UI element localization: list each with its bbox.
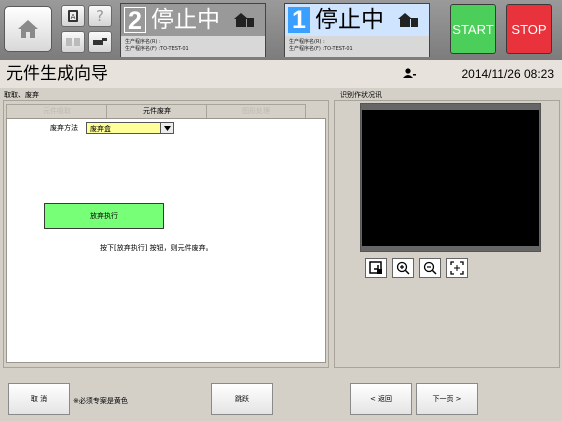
channel-1-panel[interactable]: 1 停止中 生产程序名(R) : 生产程序名(F) :TO-TEST-01 [284,3,430,57]
channel-2-panel[interactable]: 2 停止中 生产程序名(R) : 生产程序名(F) :TO-TEST-01 [120,3,266,57]
production-program-f: 生产程序名(F) :TO-TEST-01 [289,46,353,52]
skip-button[interactable]: 跳跃 [211,383,273,415]
language-icon [66,38,80,46]
discard-hint-text: 按下[放弃执行] 按钮，则元件废弃。 [100,244,213,252]
home-button[interactable] [4,6,52,52]
home-icon [18,20,38,38]
discard-method-value: 废弃盒 [90,125,111,133]
top-bar: A ? 2 停止中 生产程序名(R) : 生产程序名(F) :TO-TEST-0… [0,0,562,60]
camera-view-frame [360,103,541,252]
page-title: 元件生成向导 [6,64,108,84]
datetime: 2014/11/26 08:23 [461,67,554,81]
production-program-r: 生产程序名(R) : [125,39,161,45]
cancel-button[interactable]: 取 消 [8,383,70,415]
machine-icon [398,13,418,27]
discard-method-select[interactable]: 废弃盒 [86,122,174,134]
discard-method-label: 废弃方法 [50,124,78,132]
tab-component-discard[interactable]: 元件废弃 [106,104,208,118]
channel-number: 1 [288,7,310,33]
fit-view-icon [450,261,464,275]
camera-image [362,110,539,246]
left-group-label: 取取、废弃 [4,91,39,99]
channel-number: 2 [124,7,146,34]
channel-status: 停止中 [315,7,384,33]
tab-image-processing[interactable]: 图形处理 [206,104,306,118]
zoom-in-button[interactable] [392,258,414,278]
right-group-label: 识别作状况讯 [340,91,382,99]
help-button[interactable]: ? [88,5,112,27]
keyboard-button[interactable]: A [61,5,85,27]
user-icon [403,68,416,78]
required-note: ※必须专案是黄色 [73,397,128,405]
production-program-r: 生产程序名(R) : [289,39,325,45]
execute-discard-button[interactable]: 放弃执行 [44,203,164,229]
discard-content-area [6,118,326,363]
channel-status: 停止中 [151,7,220,33]
start-button[interactable]: START [450,4,496,54]
zoom-out-icon [423,261,437,275]
next-button[interactable]: 下一页 > [416,383,478,415]
help-icon: ? [96,7,104,25]
back-button[interactable]: < 返回 [350,383,412,415]
title-row: 元件生成向导 2014/11/26 08:23 [0,60,562,88]
image-save-icon [369,261,382,274]
zoom-in-icon [396,261,410,275]
tab-component-pickup[interactable]: 元件吸取 [6,104,108,118]
machine-icon [234,13,254,27]
language-button[interactable] [61,31,85,53]
tool-icon [93,38,107,45]
zoom-out-button[interactable] [419,258,441,278]
stop-button[interactable]: STOP [506,4,552,54]
keyboard-lock-icon: A [68,10,78,22]
dropdown-arrow-icon[interactable] [160,123,173,133]
svg-text:A: A [71,13,76,21]
fit-view-button[interactable] [446,258,468,278]
tool-button[interactable] [88,31,112,53]
image-save-button[interactable] [365,258,387,278]
production-program-f: 生产程序名(F) :TO-TEST-01 [125,46,189,52]
